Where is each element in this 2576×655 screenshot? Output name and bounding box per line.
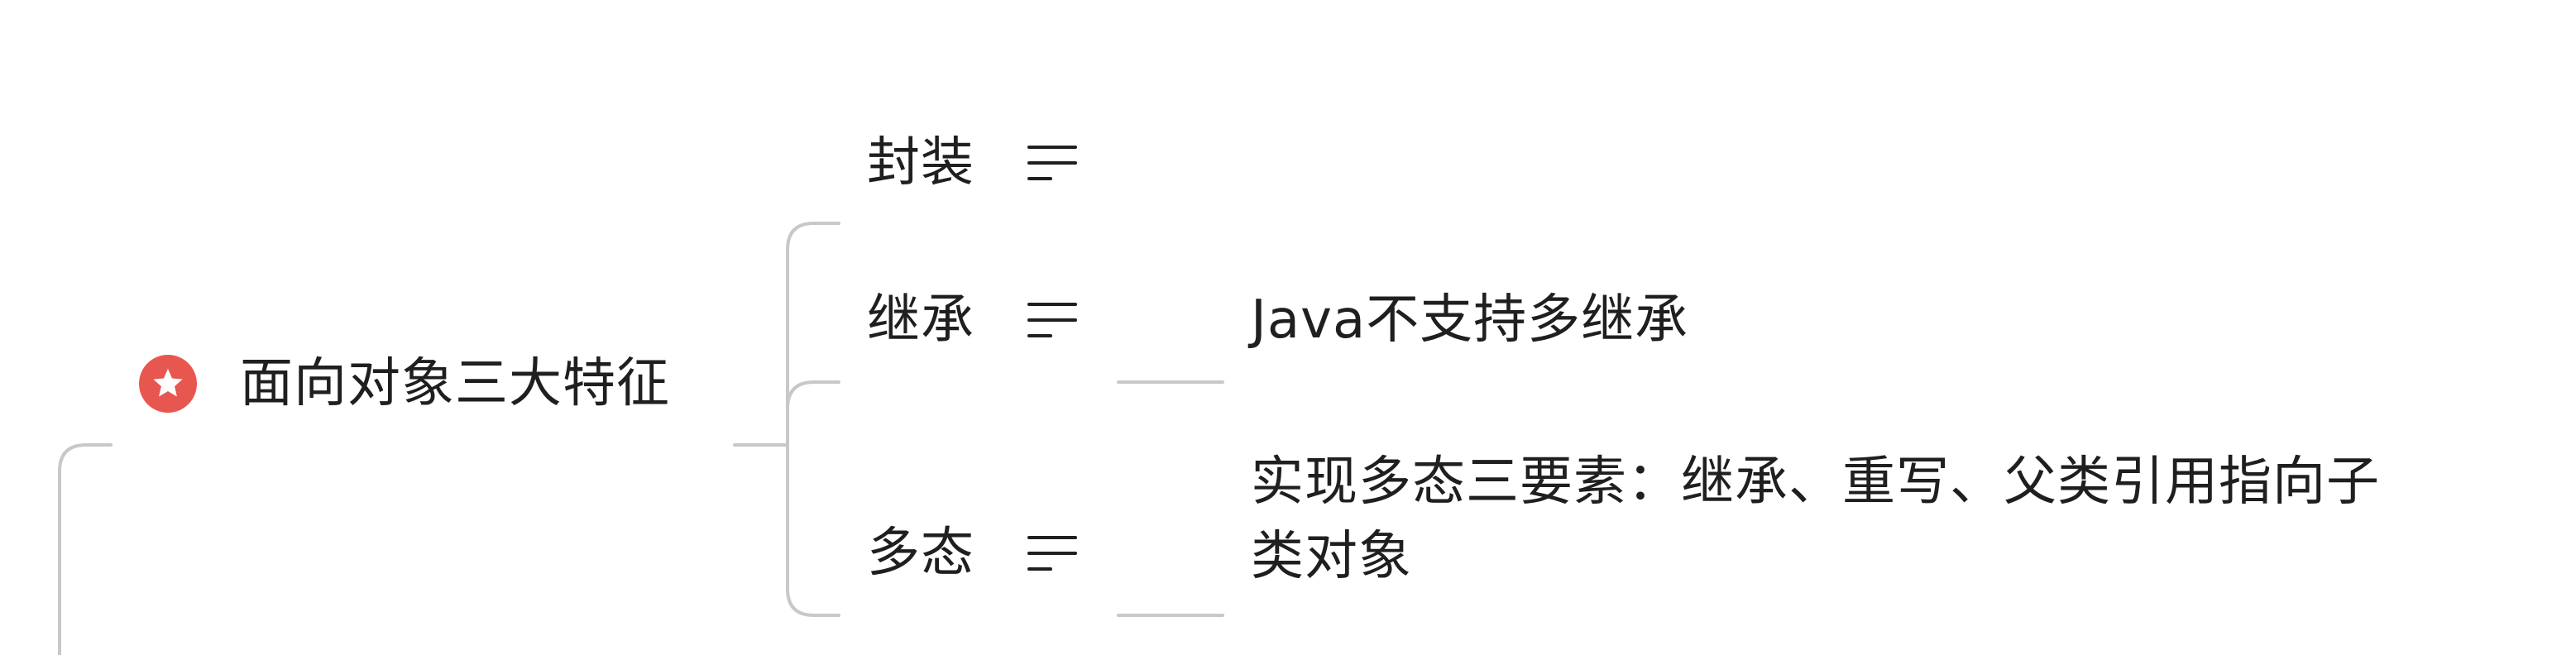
branch-connector-encapsulation: [786, 222, 840, 447]
leaf-label: Java不支持多继承: [1251, 289, 1689, 351]
branch-node-encapsulation[interactable]: 封装: [867, 126, 1077, 200]
branch-label: 继承: [867, 289, 974, 351]
branch-node-inheritance[interactable]: 继承: [867, 283, 1077, 357]
parent-connector: [58, 443, 113, 655]
star-icon: [139, 355, 197, 413]
notes-icon[interactable]: [1027, 143, 1077, 183]
branch-node-polymorphism[interactable]: 多态: [867, 516, 1077, 590]
branch-label: 多态: [867, 523, 974, 584]
leaf-node-polymorphism[interactable]: 实现多态三要素：继承、重写、父类引用指向子 类对象: [1251, 445, 2492, 594]
root-label: 面向对象三大特征: [240, 353, 670, 414]
branch-connector-inheritance: [786, 380, 840, 447]
leaf-node-inheritance[interactable]: Java不支持多继承: [1251, 283, 2492, 357]
root-node[interactable]: 面向对象三大特征: [139, 342, 670, 425]
branch-label: 封装: [867, 132, 974, 194]
leaf-label-line2: 类对象: [1251, 526, 1412, 587]
branch-connector-polymorphism: [786, 443, 840, 617]
notes-icon[interactable]: [1027, 533, 1077, 573]
mindmap-canvas: 面向对象三大特征 封装 继承 多态 Java不支持多继承 实现多态三要素：继承、…: [0, 0, 2576, 655]
notes-icon[interactable]: [1027, 300, 1077, 340]
leaf-label-line1: 实现多态三要素：继承、重写、父类引用指向子: [1251, 452, 2380, 513]
